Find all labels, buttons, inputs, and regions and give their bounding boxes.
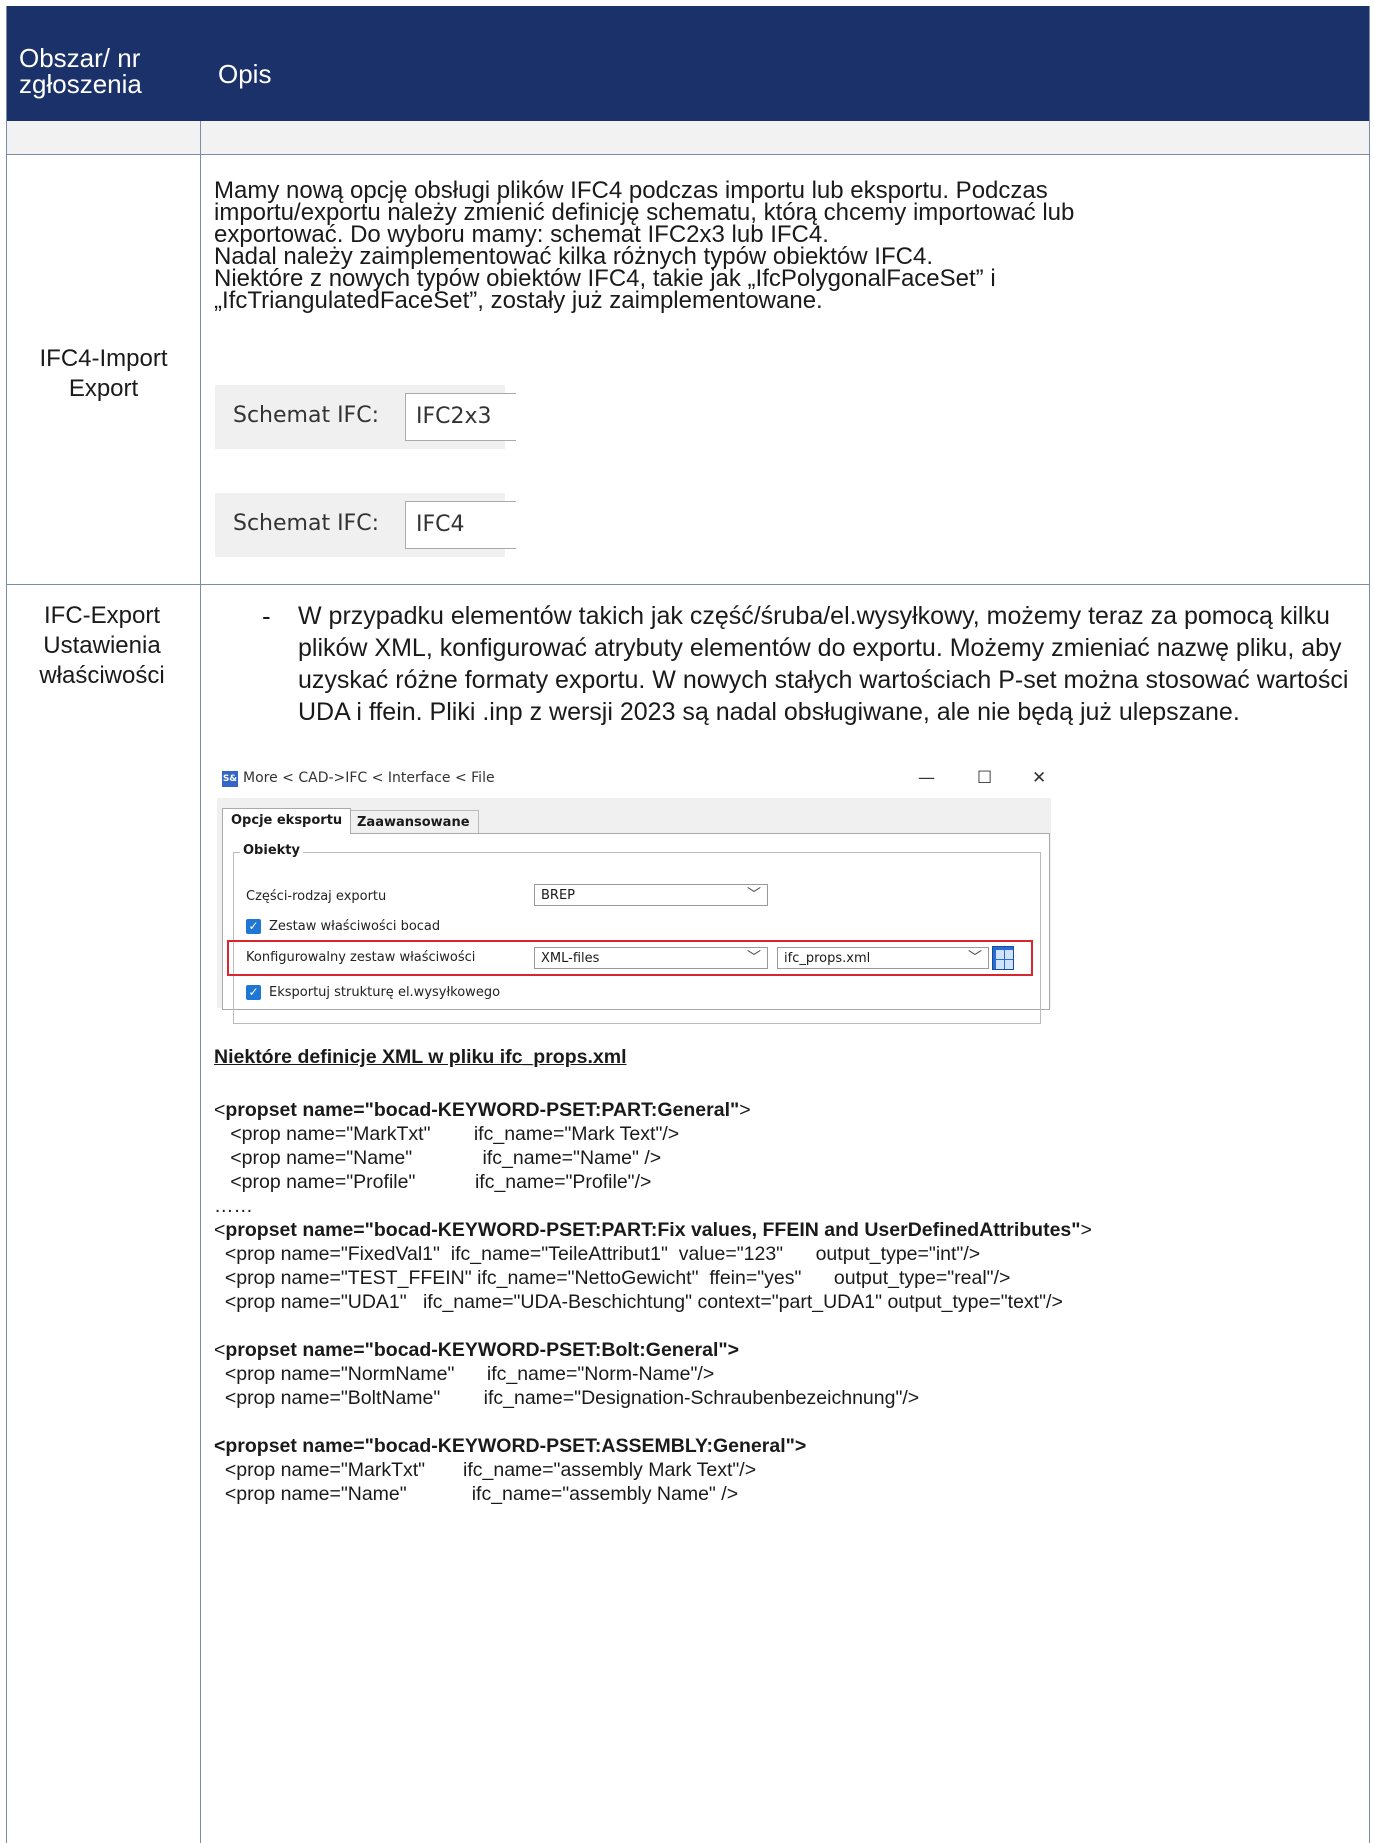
ifc4-paragraph: Mamy nową opcję obsługi plików IFC4 podc… [214,179,1074,314]
dialog-title: More < CAD->IFC < Interface < File [243,770,495,786]
close-button[interactable]: ✕ [1032,768,1046,788]
xml-line: <prop name="FixedVal1" ifc_name="TeileAt… [214,1243,981,1265]
chevron-down-icon: ﹀ [747,950,761,966]
xml-line: <prop name="NormName" ifc_name="Norm-Nam… [214,1363,715,1385]
row-divider [7,154,1369,155]
xml-bracket: < [214,1099,226,1121]
maximize-button[interactable]: ☐ [977,768,992,788]
header-description: Opis [218,59,272,89]
dialog-titlebar: S& More < CAD->IFC < Interface < File — … [214,764,1054,794]
schema-value: IFC2x3 [416,404,492,429]
chevron-down-icon: ﹀ [747,887,761,903]
xml-propset-name: <propset name="bocad-KEYWORD-PSET:ASSEMB… [214,1435,807,1457]
xml-line: <prop name="Name" ifc_name="assembly Nam… [214,1483,739,1505]
edit-grid-icon[interactable] [992,946,1014,970]
parts-export-dropdown[interactable]: BREP ﹀ [534,884,768,906]
parts-export-label: Części-rodzaj exportu [246,889,387,904]
xml-line: <prop name="Name" ifc_name="Name" /> [214,1147,662,1169]
checkbox-bocad-props[interactable]: ✓ [246,919,261,934]
empty-row [7,121,1369,154]
header-area-number: Obszar/ nr zgłoszenia [19,43,142,99]
xml-propset-name: propset name="bocad-KEYWORD-PSET:PART:Fi… [225,1219,1081,1241]
minimize-button[interactable]: — [918,768,935,788]
config-props-value: XML-files [541,951,600,966]
xml-line: <prop name="BoltName" ifc_name="Designat… [214,1387,920,1409]
row-label-ifc4: IFC4-Import Export [39,345,168,402]
tab-export-options[interactable]: Opcje eksportu [222,808,352,834]
schema-label: Schemat IFC: [233,511,379,536]
schema-label: Schemat IFC: [233,403,379,428]
app-icon: S& [222,771,238,787]
schema-value: IFC4 [416,512,465,537]
xml-bracket: < [214,1219,226,1241]
xml-propset-line: <propset name="bocad-KEYWORD-PSET:Bolt:G… [214,1338,739,1362]
xml-line: <prop name="TEST_FFEIN" ifc_name="NettoG… [214,1267,1011,1289]
ifc-export-description: W przypadku elementów takich jak część/ś… [298,602,1349,726]
row-label-ifc-export: IFC-Export Ustawienia właściwości [39,602,165,689]
xml-propset-line: <propset name="bocad-KEYWORD-PSET:ASSEMB… [214,1434,806,1458]
table-header: Obszar/ nr zgłoszenia Opis [7,6,1369,121]
xml-line: <prop name="Profile" ifc_name="Profile"/… [214,1171,652,1193]
xml-bracket: < [214,1339,226,1361]
group-title: Obiekty [240,843,303,858]
tab-advanced[interactable]: Zaawansowane [348,810,479,834]
xml-line: <prop name="UDA1" ifc_name="UDA-Beschich… [214,1291,1063,1313]
xml-propset-line: <propset name="bocad-KEYWORD-PSET:PART:G… [214,1098,751,1122]
row-divider [7,584,1369,585]
xml-propset-line: <propset name="bocad-KEYWORD-PSET:PART:F… [214,1218,1092,1242]
xml-bracket: > [1080,1219,1092,1241]
export-structure-label: Eksportuj strukturę el.wysyłkowego [269,985,501,1000]
export-dialog: S& More < CAD->IFC < Interface < File — … [214,764,1054,1024]
checkmark-icon: ✓ [248,985,259,999]
parts-export-value: BREP [541,888,576,903]
config-file-dropdown[interactable]: ifc_props.xml ﹀ [777,947,989,969]
bullet: - [262,601,271,631]
schema-selector-ifc4: Schemat IFC: IFC4 [215,493,516,557]
column-divider [200,121,201,1843]
xml-heading: Niektóre definicje XML w pliku ifc_props… [214,1046,627,1068]
xml-propset-name: propset name="bocad-KEYWORD-PSET:Bolt:Ge… [225,1339,740,1361]
xml-line: …… [214,1195,253,1217]
config-props-label: Konfigurowalny zestaw właściwości [246,950,476,965]
config-file-value: ifc_props.xml [784,951,871,966]
chevron-down-icon: ﹀ [968,950,982,966]
checkbox-export-structure[interactable]: ✓ [246,985,261,1000]
xml-line: <prop name="MarkTxt" ifc_name="Mark Text… [214,1123,680,1145]
page: Obszar/ nr zgłoszenia Opis IFC4-Import E… [0,0,1374,1843]
xml-bracket: > [739,1099,751,1121]
schema-selector-ifc2x3: Schemat IFC: IFC2x3 [215,385,516,449]
schema-field[interactable]: IFC4 [405,501,516,549]
xml-propset-name: propset name="bocad-KEYWORD-PSET:PART:Ge… [225,1099,740,1121]
changes-table: Obszar/ nr zgłoszenia Opis IFC4-Import E… [6,6,1370,1843]
config-props-dropdown[interactable]: XML-files ﹀ [534,947,768,969]
checkmark-icon: ✓ [248,919,259,933]
xml-line: <prop name="MarkTxt" ifc_name="assembly … [214,1459,757,1481]
bocad-props-label: Zestaw właściwości bocad [269,919,441,934]
schema-field[interactable]: IFC2x3 [405,393,516,441]
paragraph-line: „IfcTriangulatedFaceSet”, zostały już za… [214,287,823,314]
